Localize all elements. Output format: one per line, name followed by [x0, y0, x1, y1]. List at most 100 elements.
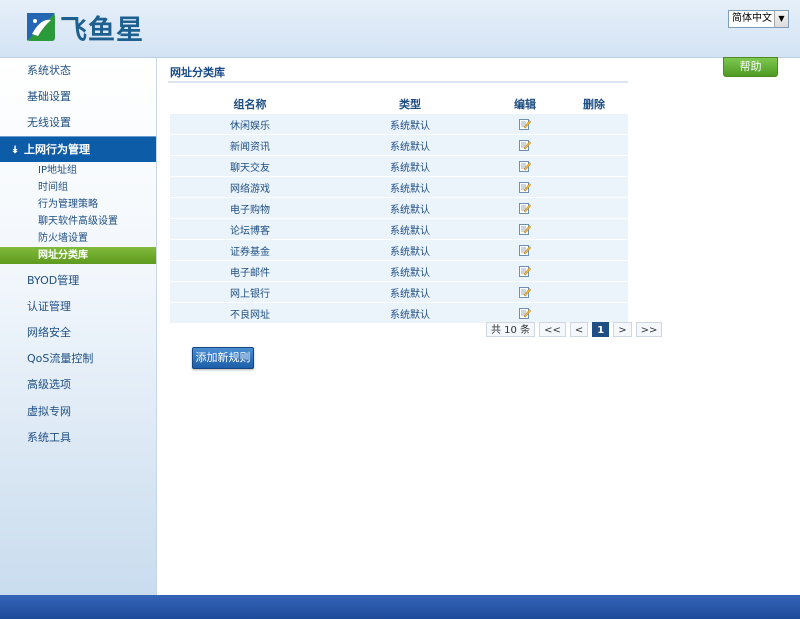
pagination: 共 10 条 << < 1 > >> — [486, 322, 663, 338]
sidebar-subitem-firewall[interactable]: 防火墙设置 — [0, 230, 156, 247]
type-cell: 系统默认 — [330, 197, 490, 219]
add-rule-button[interactable]: 添加新规则 — [192, 347, 254, 369]
column-header-type: 类型 — [399, 98, 421, 111]
edit-icon[interactable] — [519, 223, 531, 235]
type-cell: 系统默认 — [330, 155, 490, 177]
group-name-cell: 新闻资讯 — [170, 134, 330, 156]
edit-cell — [490, 260, 560, 282]
total-count: 共 10 条 — [486, 322, 536, 337]
type-cell: 系统默认 — [330, 302, 490, 324]
delete-cell — [560, 134, 628, 156]
first-page-button[interactable]: << — [539, 322, 566, 337]
edit-icon[interactable] — [519, 244, 531, 256]
edit-icon[interactable] — [519, 139, 531, 151]
table-row: 电子邮件 系统默认 — [170, 260, 628, 282]
help-button[interactable]: 帮助 — [723, 57, 778, 77]
table-row: 休闲娱乐 系统默认 — [170, 114, 628, 135]
sidebar-item-label: 上网行为管理 — [24, 143, 90, 156]
group-name-cell: 电子邮件 — [170, 260, 330, 282]
delete-cell — [560, 197, 628, 219]
sidebar-item-advanced[interactable]: 高级选项 — [0, 372, 156, 398]
table-row: 电子购物 系统默认 — [170, 197, 628, 219]
sidebar-item-auth[interactable]: 认证管理 — [0, 294, 156, 320]
url-category-table: 组名称 类型 编辑 删除 休闲娱乐 系统默认 新闻资讯 系统默认 聊天交友 系统默认 网络游… — [170, 94, 628, 324]
sidebar-subitem-ip-group[interactable]: IP地址组 — [0, 162, 156, 179]
table-row: 网络游戏 系统默认 — [170, 176, 628, 198]
edit-cell — [490, 281, 560, 303]
sidebar-subitem-policy[interactable]: 行为管理策略 — [0, 196, 156, 213]
table-row: 聊天交友 系统默认 — [170, 155, 628, 177]
sidebar-item-byod[interactable]: BYOD管理 — [0, 268, 156, 294]
sidebar-item-wireless[interactable]: 无线设置 — [0, 110, 156, 136]
delete-cell — [560, 281, 628, 303]
column-header-group-name: 组名称 — [233, 98, 267, 111]
sidebar-item-behavior-management[interactable]: ⯯ 上网行为管理 — [0, 136, 156, 162]
type-cell: 系统默认 — [330, 114, 490, 135]
type-cell: 系统默认 — [330, 176, 490, 198]
table-row: 新闻资讯 系统默认 — [170, 134, 628, 156]
brand-name: 飞鱼星 — [60, 14, 144, 46]
edit-cell — [490, 218, 560, 240]
edit-cell — [490, 302, 560, 324]
group-name-cell: 证券基金 — [170, 239, 330, 261]
edit-icon[interactable] — [519, 286, 531, 298]
delete-cell — [560, 260, 628, 282]
table-row: 网上银行 系统默认 — [170, 281, 628, 303]
sidebar-item-qos[interactable]: QoS流量控制 — [0, 346, 156, 372]
header: 飞鱼星 简体中文 ▼ — [0, 0, 800, 58]
table-row: 论坛博客 系统默认 — [170, 218, 628, 240]
current-page[interactable]: 1 — [592, 322, 610, 337]
delete-cell — [560, 114, 628, 135]
edit-cell — [490, 197, 560, 219]
type-cell: 系统默认 — [330, 281, 490, 303]
column-header-delete: 删除 — [583, 98, 605, 111]
footer — [0, 595, 800, 619]
page-title: 网址分类库 — [170, 66, 225, 79]
group-name-cell: 电子购物 — [170, 197, 330, 219]
edit-icon[interactable] — [519, 118, 531, 130]
delete-cell — [560, 155, 628, 177]
edit-cell — [490, 239, 560, 261]
language-select[interactable]: 简体中文 ▼ — [728, 10, 789, 28]
type-cell: 系统默认 — [330, 134, 490, 156]
fish-star-logo-icon — [27, 13, 55, 41]
sidebar-item-system-tools[interactable]: 系统工具 — [0, 425, 156, 451]
group-name-cell: 聊天交友 — [170, 155, 330, 177]
sidebar-item-system-status[interactable]: 系统状态 — [0, 58, 156, 84]
sidebar-subitem-time-group[interactable]: 时间组 — [0, 179, 156, 196]
table-row: 不良网址 系统默认 — [170, 302, 628, 324]
logo: 飞鱼星 — [26, 10, 144, 46]
sidebar-item-vpn[interactable]: 虚拟专网 — [0, 399, 156, 425]
sidebar-item-network-security[interactable]: 网络安全 — [0, 320, 156, 346]
sidebar-subitem-url-category[interactable]: 网址分类库 — [0, 247, 156, 264]
edit-icon[interactable] — [519, 160, 531, 172]
edit-cell — [490, 176, 560, 198]
sidebar-item-basic-settings[interactable]: 基础设置 — [0, 84, 156, 110]
group-name-cell: 休闲娱乐 — [170, 114, 330, 135]
sidebar-subitem-chat-advanced[interactable]: 聊天软件高级设置 — [0, 213, 156, 230]
table-header-row: 组名称 类型 编辑 删除 — [170, 94, 628, 114]
title-divider — [168, 81, 628, 83]
delete-cell — [560, 302, 628, 324]
edit-cell — [490, 134, 560, 156]
group-name-cell: 不良网址 — [170, 302, 330, 324]
language-value: 简体中文 — [732, 13, 772, 24]
next-page-button[interactable]: > — [613, 322, 632, 337]
table-row: 证券基金 系统默认 — [170, 239, 628, 261]
edit-icon[interactable] — [519, 181, 531, 193]
sidebar: 系统状态 基础设置 无线设置 ⯯ 上网行为管理 IP地址组 时间组 行为管理策略 … — [0, 58, 157, 595]
edit-icon[interactable] — [519, 265, 531, 277]
edit-icon[interactable] — [519, 307, 531, 319]
last-page-button[interactable]: >> — [635, 322, 663, 337]
group-name-cell: 网上银行 — [170, 281, 330, 303]
group-name-cell: 网络游戏 — [170, 176, 330, 198]
edit-cell — [490, 155, 560, 177]
group-name-cell: 论坛博客 — [170, 218, 330, 240]
edit-icon[interactable] — [519, 202, 531, 214]
type-cell: 系统默认 — [330, 239, 490, 261]
delete-cell — [560, 239, 628, 261]
prev-page-button[interactable]: < — [569, 322, 589, 337]
type-cell: 系统默认 — [330, 260, 490, 282]
chevron-down-icon[interactable]: ▼ — [774, 11, 788, 27]
type-cell: 系统默认 — [330, 218, 490, 240]
